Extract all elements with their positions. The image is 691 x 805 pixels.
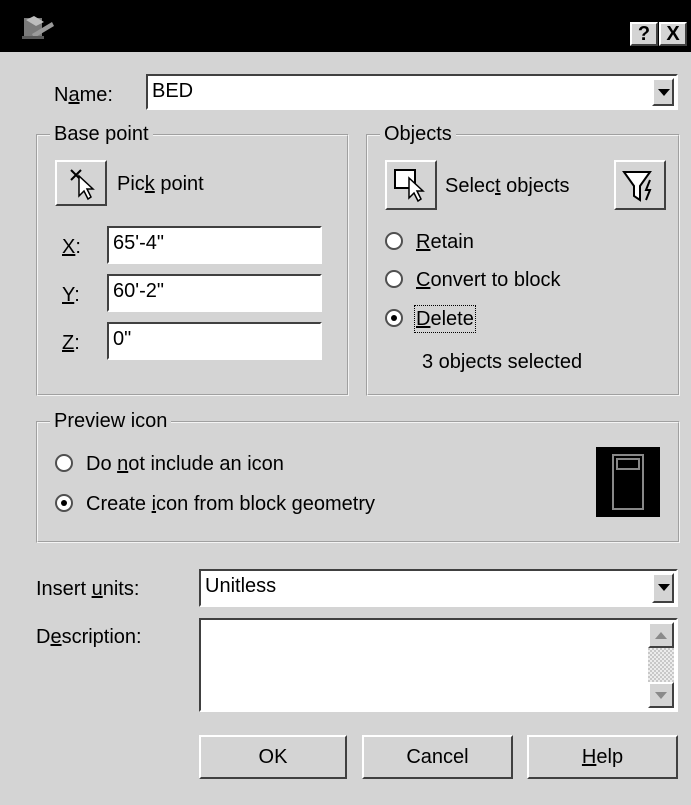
close-title-button[interactable]: X	[659, 22, 687, 46]
chevron-up-icon	[655, 632, 667, 639]
base-point-group-title: Base point	[50, 122, 153, 146]
bed-preview-icon	[612, 454, 644, 510]
z-input[interactable]: 0"	[107, 322, 322, 360]
title-bar[interactable]: ? X	[0, 0, 691, 52]
pick-point-label: Pick point	[117, 173, 204, 195]
scroll-up-button[interactable]	[648, 622, 674, 648]
insert-units-select[interactable]: Unitless	[199, 569, 678, 607]
preview-icon-group: Preview icon	[36, 409, 680, 543]
create-icon-label: Create icon from block geometry	[86, 493, 376, 515]
insert-units-value: Unitless	[205, 575, 277, 597]
help-title-button[interactable]: ?	[630, 22, 658, 46]
cancel-button[interactable]: Cancel	[362, 735, 513, 779]
name-combobox[interactable]: BED	[146, 74, 678, 110]
chevron-down-icon[interactable]	[652, 78, 674, 106]
preview-icon-group-title: Preview icon	[50, 409, 172, 433]
quick-select-button[interactable]	[614, 160, 666, 210]
no-icon-label: Do not include an icon	[86, 453, 284, 475]
ok-button[interactable]: OK	[199, 735, 347, 779]
chevron-down-icon[interactable]	[652, 573, 674, 603]
no-icon-radio[interactable]	[55, 454, 73, 472]
select-objects-icon	[394, 169, 425, 203]
filter-funnel-icon	[622, 171, 652, 202]
select-objects-label: Select objects	[445, 175, 570, 197]
retain-label: Retain	[416, 231, 474, 253]
x-label: X:	[62, 236, 81, 258]
delete-radio[interactable]	[385, 309, 403, 327]
delete-label: Delete	[414, 305, 476, 333]
description-label: Description:	[36, 626, 142, 648]
convert-to-block-label: Convert to block	[416, 269, 561, 291]
name-label: Name:	[54, 84, 113, 106]
block-definition-dialog: ? X Name: BED Base point Pick point X: 6…	[0, 0, 691, 805]
objects-selected-count: 3 objects selected	[422, 351, 583, 373]
pick-point-button[interactable]	[55, 160, 107, 206]
pick-point-icon	[70, 169, 95, 201]
retain-radio[interactable]	[385, 232, 403, 250]
y-input[interactable]: 60'-2"	[107, 274, 322, 312]
name-value: BED	[152, 80, 194, 102]
app-icon	[22, 16, 54, 39]
objects-group-title: Objects	[380, 122, 456, 146]
chevron-down-icon	[655, 692, 667, 699]
y-label: Y:	[62, 284, 80, 306]
insert-units-label: Insert units:	[36, 578, 140, 600]
description-textarea[interactable]	[199, 618, 678, 712]
z-label: Z:	[62, 332, 80, 354]
create-icon-radio[interactable]	[55, 494, 73, 512]
scroll-down-button[interactable]	[648, 682, 674, 708]
help-button[interactable]: Help	[527, 735, 678, 779]
select-objects-button[interactable]	[385, 160, 437, 210]
description-scrollbar[interactable]	[648, 622, 674, 708]
convert-to-block-radio[interactable]	[385, 270, 403, 288]
block-preview-image	[596, 447, 660, 517]
x-input[interactable]: 65'-4"	[107, 226, 322, 264]
